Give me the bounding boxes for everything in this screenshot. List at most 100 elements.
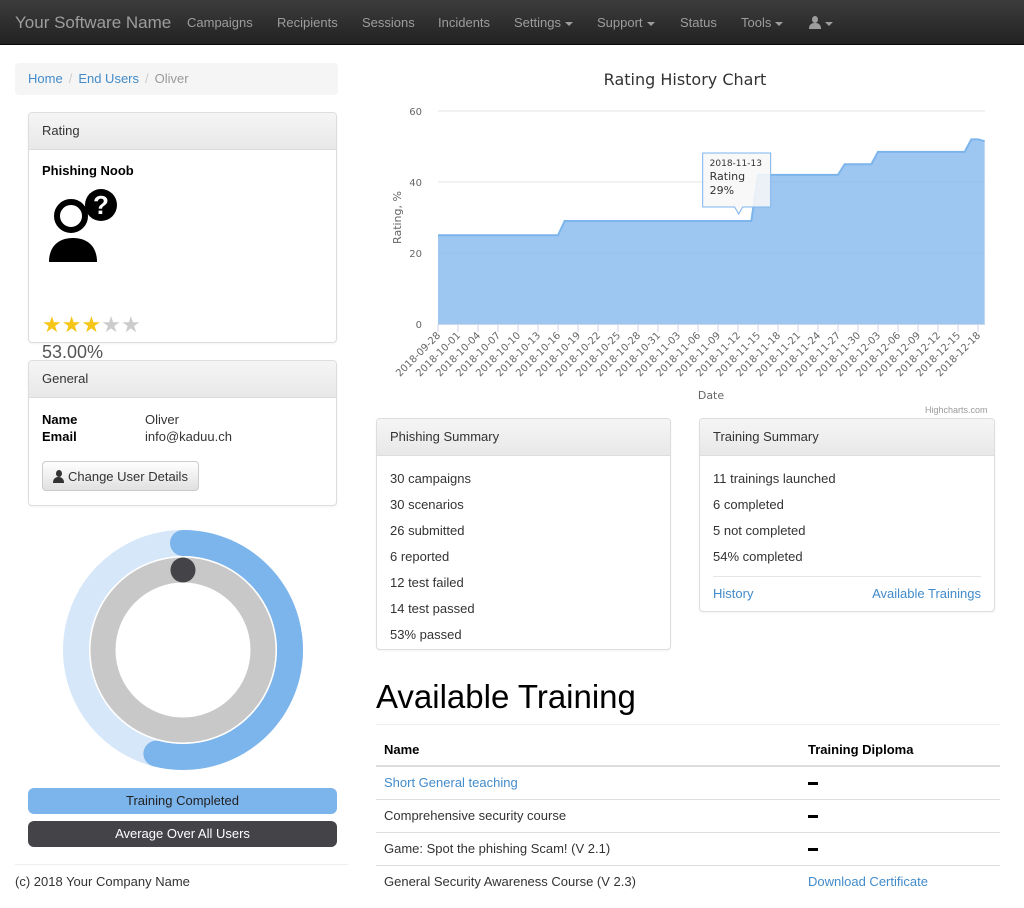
nav-label: Campaigns [187,15,253,30]
table-row: Game: Spot the phishing Scam! (V 2.1) [376,831,1000,865]
y-tick-label: 60 [409,107,422,118]
rating-history-svg: Rating History Chart 0 20 40 60 Rating, % 2018… [391,70,985,402]
training-summary-item: 5 not completed [713,523,806,538]
phishing-summary-item: 30 scenarios [390,497,464,512]
phishing-summary-item: 53% passed [390,627,462,642]
inner-ring-track [90,557,276,743]
inner-ring-progress [170,557,196,583]
training-summary-item: 11 trainings launched [713,471,836,486]
nav-tools-dropdown[interactable]: Tools [741,15,784,30]
training-diploma-cell [800,831,1000,865]
navbar: Your Software Name Campaigns Recipients … [0,0,1024,45]
star-rating: ★★★★★ [42,314,141,336]
training-name-cell: Comprehensive security course [376,798,800,832]
tooltip-series-name: Rating [710,170,745,183]
star-filled-icon: ★ [42,312,62,337]
nav-sessions[interactable]: Sessions [362,15,415,30]
nav-incidents[interactable]: Incidents [438,15,490,30]
user-details: Name Oliver Email info@kaduu.ch [42,411,323,445]
phishing-summary-item: 6 reported [390,549,450,564]
rating-panel-heading: Rating [29,113,336,150]
caret-down-icon [775,21,784,26]
star-filled-icon: ★ [81,312,102,337]
training-name-link[interactable]: Short General teaching [384,775,518,790]
legend-average-all-users[interactable]: Average Over All Users [28,821,337,847]
user-icon [53,469,64,483]
phishing-summary-panel: Phishing Summary 30 campaigns 30 scenario… [376,418,671,650]
change-user-details-button[interactable]: Change User Details [42,461,199,491]
caret-down-icon [646,21,655,26]
nav-label: Incidents [438,15,491,30]
available-trainings-link[interactable]: Available Trainings [872,586,981,601]
training-diploma-cell [800,798,1000,832]
nav-user-dropdown[interactable] [809,15,833,30]
training-diploma-cell: Download Certificate [800,864,1000,898]
nav-label: Tools [741,15,772,30]
no-diploma-dash-icon [808,782,818,786]
change-user-details-label: Change User Details [68,468,188,484]
x-axis-label: Date [698,389,725,402]
caret-down-icon [825,21,833,26]
table-row: General Security Awareness Course (V 2.3… [376,864,1000,898]
brand-link[interactable]: Your Software Name [15,13,171,33]
nav-label: Settings [514,15,561,30]
breadcrumb-current: Oliver [154,71,189,86]
y-tick-label: 0 [416,320,422,331]
download-certificate-link[interactable]: Download Certificate [808,874,928,889]
phishing-summary-item: 12 test failed [390,575,464,590]
name-label: Name [42,412,78,427]
y-tick-label: 20 [409,249,422,260]
footer-divider [15,864,348,865]
history-link[interactable]: History [713,586,753,601]
nav-support-dropdown[interactable]: Support [597,15,655,30]
nav-status[interactable]: Status [680,15,717,30]
email-value: info@kaduu.ch [145,429,232,444]
chart-credits[interactable]: Highcharts.com [925,405,988,415]
heading-divider [376,724,1000,725]
column-header-diploma: Training Diploma [800,734,1000,767]
training-summary-item: 6 completed [713,497,784,512]
rating-panel: Rating Phishing Noob ? ★★★★★ 53.00% [28,112,337,362]
phishing-summary-item: 30 campaigns [390,471,471,486]
svg-text:?: ? [93,190,109,220]
training-name-cell: Game: Spot the phishing Scam! (V 2.1) [376,831,800,865]
training-name-cell: General Security Awareness Course (V 2.3… [376,864,800,898]
star-filled-icon: ★ [61,312,82,337]
rating-history-chart: Rating History Chart 0 20 40 60 Rating, % 2018… [375,60,995,420]
available-training-heading: Available Training [376,678,636,715]
nav-settings-dropdown[interactable]: Settings [514,15,573,30]
training-name-cell: Short General teaching [376,765,800,799]
nav-label: Sessions [362,15,415,30]
y-tick-label: 40 [409,178,422,189]
name-value: Oliver [145,412,179,427]
tooltip-date: 2018-11-13 [710,159,762,169]
email-label: Email [42,429,77,444]
user-icon [809,16,821,29]
nav-campaigns[interactable]: Campaigns [187,15,253,30]
training-diploma-cell [800,765,1000,799]
breadcrumb-end-users[interactable]: End Users [78,71,139,86]
training-summary-list: 11 trainings launched 6 completed 5 not co… [700,456,994,570]
training-summary-item: 54% completed [713,549,803,564]
legend-training-completed[interactable]: Training Completed [28,788,337,814]
column-header-name: Name [376,734,800,767]
y-axis-label: Rating, % [391,191,404,244]
table-header-row: Name Training Diploma [376,734,1000,767]
table-row: Short General teaching [376,765,1000,799]
phishing-summary-item: 14 test passed [390,601,475,616]
breadcrumb: Home / End Users / Oliver [15,63,338,95]
training-summary-panel: Training Summary 11 trainings launched 6 … [699,418,995,612]
no-diploma-dash-icon [808,848,818,852]
training-summary-links: History Available Trainings [713,576,981,601]
phishing-summary-item: 26 submitted [390,523,465,538]
training-progress-rings [63,530,303,770]
tooltip-value: 29% [710,184,734,197]
nav-recipients[interactable]: Recipients [277,15,338,30]
phishing-summary-heading: Phishing Summary [377,419,670,456]
table-row: Comprehensive security course [376,798,1000,832]
training-summary-heading: Training Summary [700,419,994,456]
user-question-icon: ? [49,189,117,262]
general-panel: General Name Oliver Email info@kaduu.ch Ch… [28,360,337,506]
breadcrumb-home[interactable]: Home [28,71,63,86]
star-empty-icon: ★ [101,312,121,337]
